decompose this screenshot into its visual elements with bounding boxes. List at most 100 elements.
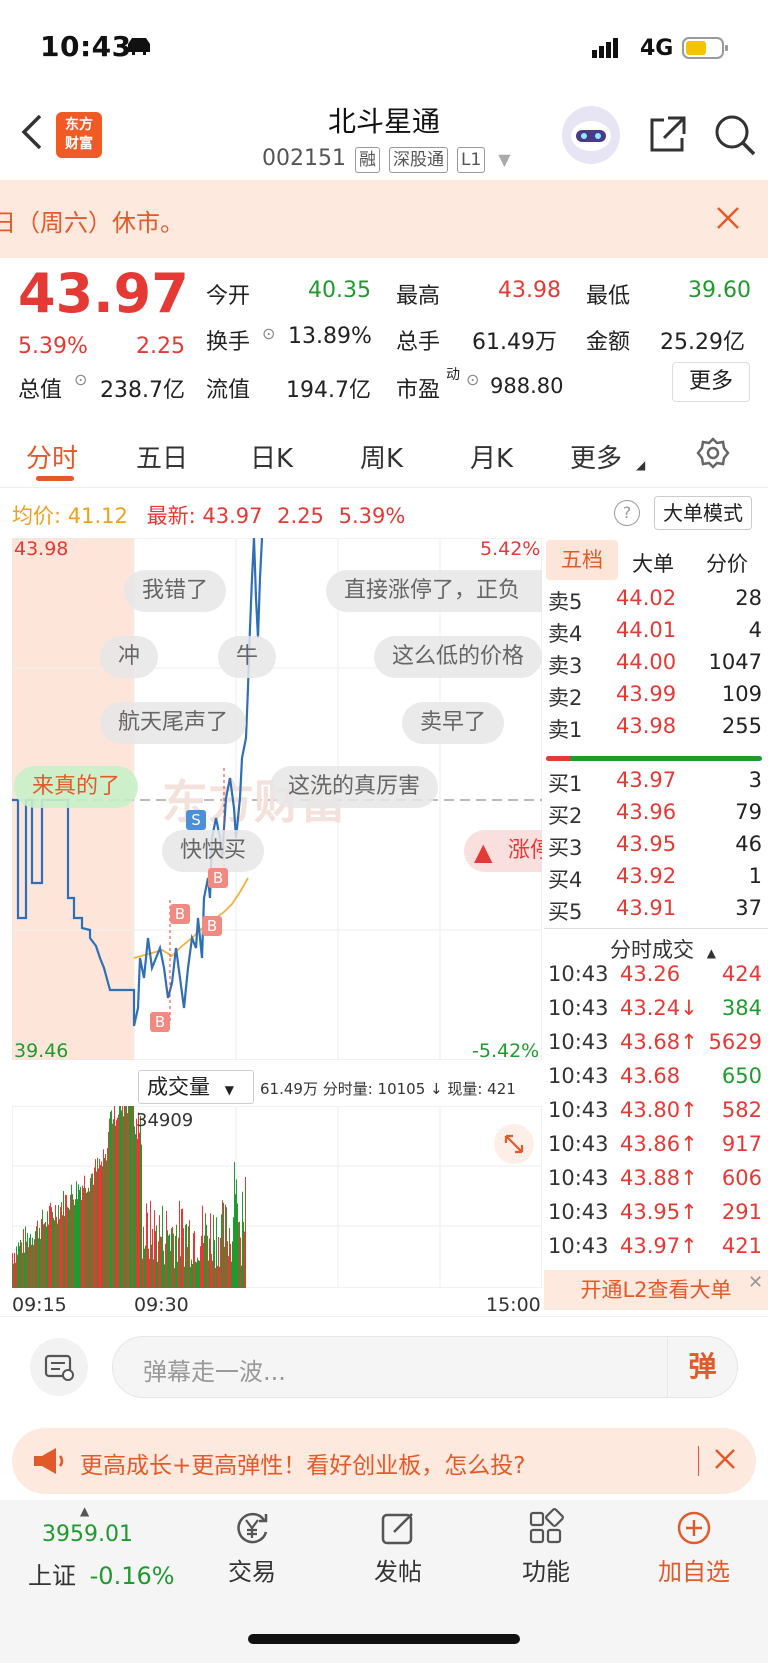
- danmaku-item[interactable]: 牛: [218, 636, 277, 678]
- index-name[interactable]: 上证 -0.16%: [28, 1556, 175, 1591]
- robot-avatar-icon[interactable]: [562, 106, 620, 164]
- volume-bar: [32, 1237, 33, 1288]
- nav-post[interactable]: 发帖: [360, 1508, 436, 1598]
- search-icon[interactable]: [712, 112, 758, 162]
- danmaku-item[interactable]: 这么低的价格: [374, 636, 543, 678]
- volume-bar: [233, 1217, 234, 1288]
- volume-selector[interactable]: 成交量 ▼: [138, 1070, 254, 1104]
- volume-bar: [244, 1231, 245, 1288]
- volume-bar: [162, 1205, 163, 1288]
- settings-icon[interactable]: [696, 436, 730, 474]
- tab-monthly-k[interactable]: 月K: [470, 438, 513, 475]
- bid-row[interactable]: 买3 43.95 46: [544, 832, 762, 864]
- index-value[interactable]: 3959.01: [42, 1522, 133, 1547]
- volume-bar: [43, 1224, 44, 1288]
- close-l2-icon[interactable]: ✕: [748, 1272, 763, 1293]
- big-order-mode-button[interactable]: 大单模式: [654, 496, 752, 530]
- volume-bar: [227, 1241, 228, 1288]
- trade-row: 10:43 43.95↑ 291: [544, 1200, 762, 1234]
- volume-bar: [71, 1184, 72, 1288]
- help-icon[interactable]: ?: [614, 500, 640, 526]
- tab-daily-k[interactable]: 日K: [250, 438, 293, 475]
- low-label: 最低: [586, 284, 631, 309]
- danmaku-item[interactable]: 我错了: [124, 570, 227, 612]
- latest-value: 43.97: [202, 504, 263, 528]
- tab-intraday[interactable]: 分时: [26, 438, 78, 475]
- danmaku-item[interactable]: 直接涨停了，正负: [326, 570, 542, 612]
- more-button-label: 更多: [688, 369, 733, 394]
- turnover-value: 13.89%: [288, 324, 372, 349]
- bid-row[interactable]: 买4 43.92 1: [544, 864, 762, 896]
- danmaku-item[interactable]: 快快买: [162, 830, 265, 872]
- l2-upgrade-label: 开通L2查看大单: [580, 1278, 732, 1302]
- bid-row[interactable]: 买1 43.97 3: [544, 768, 762, 800]
- danmaku-item[interactable]: 航天尾声了: [100, 702, 247, 744]
- volume-bar: [121, 1110, 122, 1288]
- tab-active-indicator: [36, 476, 74, 481]
- tab-more[interactable]: 更多: [570, 438, 622, 475]
- ask-row[interactable]: 卖5 44.02 28: [544, 586, 762, 618]
- volume-bar: [183, 1228, 184, 1288]
- ad-divider: [698, 1446, 699, 1476]
- nav-trade[interactable]: 交易: [214, 1508, 290, 1598]
- volume-bar: [223, 1202, 224, 1288]
- info-dots-icon[interactable]: ⊙: [262, 324, 275, 343]
- info-dots-icon[interactable]: ⊙: [74, 370, 87, 389]
- info-dots-icon[interactable]: ⊙: [466, 370, 479, 389]
- volume-bar: [148, 1248, 149, 1288]
- volume-bar: [76, 1181, 77, 1288]
- volume-bar: [49, 1205, 50, 1288]
- tag-level: L1: [456, 147, 486, 173]
- danmaku-item[interactable]: 冲: [100, 636, 159, 678]
- danmaku-item[interactable]: 这洗的真厉害: [270, 766, 439, 808]
- trade-price: 43.68: [620, 1064, 681, 1088]
- tab-five-day[interactable]: 五日: [136, 438, 188, 475]
- volume-bar: [138, 1112, 139, 1288]
- ask-price: 44.00: [616, 650, 677, 674]
- current-price: 43.97: [18, 262, 189, 325]
- volume-bar: [17, 1254, 18, 1288]
- danmu-input-placeholder: 弹幕走一波...: [143, 1358, 286, 1386]
- trade-price: 43.26: [620, 962, 681, 986]
- ask-row[interactable]: 卖1 43.98 255: [544, 714, 762, 746]
- volume-bar: [99, 1158, 100, 1288]
- volume-bar: [80, 1186, 81, 1288]
- bid-row[interactable]: 买2 43.96 79: [544, 800, 762, 832]
- yen-exchange-icon: [237, 1512, 268, 1544]
- danmu-input[interactable]: 弹幕走一波... 弹: [112, 1336, 738, 1398]
- ask-row[interactable]: 卖2 43.99 109: [544, 682, 762, 714]
- volume-bar: [198, 1260, 199, 1288]
- share-icon[interactable]: [646, 114, 688, 160]
- nav-function[interactable]: 功能: [508, 1508, 584, 1598]
- volume-bar: [214, 1240, 215, 1288]
- bid-row[interactable]: 买5 43.91 37: [544, 896, 762, 928]
- volume-bar: [89, 1191, 90, 1288]
- l2-upgrade-button[interactable]: 开通L2查看大单: [544, 1270, 768, 1310]
- volume-bar: [95, 1159, 96, 1288]
- close-ad-icon[interactable]: [714, 1448, 736, 1474]
- danmu-send-button[interactable]: 弹: [667, 1337, 737, 1397]
- chevron-down-icon[interactable]: ▼: [498, 150, 510, 169]
- volume-bar: [91, 1174, 92, 1288]
- close-notice-icon[interactable]: [716, 206, 740, 234]
- nav-add-watchlist[interactable]: 加自选: [650, 1508, 738, 1598]
- ask-row[interactable]: 卖3 44.00 1047: [544, 650, 762, 682]
- volume-bar: [29, 1237, 30, 1288]
- notice-text: 日（周六）休市。: [0, 209, 184, 237]
- signal-icon: [592, 36, 624, 62]
- more-button[interactable]: 更多: [672, 362, 750, 402]
- ask-row[interactable]: 卖4 44.01 4: [544, 618, 762, 650]
- pe-sup: 动: [446, 367, 460, 383]
- danmu-settings-button[interactable]: [30, 1338, 88, 1396]
- expand-icon[interactable]: [494, 1124, 534, 1164]
- volume-bar: [13, 1263, 14, 1288]
- volume-bar: [70, 1194, 71, 1288]
- volume-chart[interactable]: [12, 1106, 542, 1288]
- bid-vol: 1: [748, 864, 762, 888]
- danmaku-item[interactable]: 卖早了: [402, 702, 505, 744]
- tab-weekly-k[interactable]: 周K: [360, 438, 403, 475]
- volume-bar: [128, 1106, 129, 1288]
- mktcap-label: 总值: [18, 378, 63, 403]
- volume-bar: [139, 1132, 140, 1288]
- danmaku-item[interactable]: 来真的了: [14, 766, 139, 808]
